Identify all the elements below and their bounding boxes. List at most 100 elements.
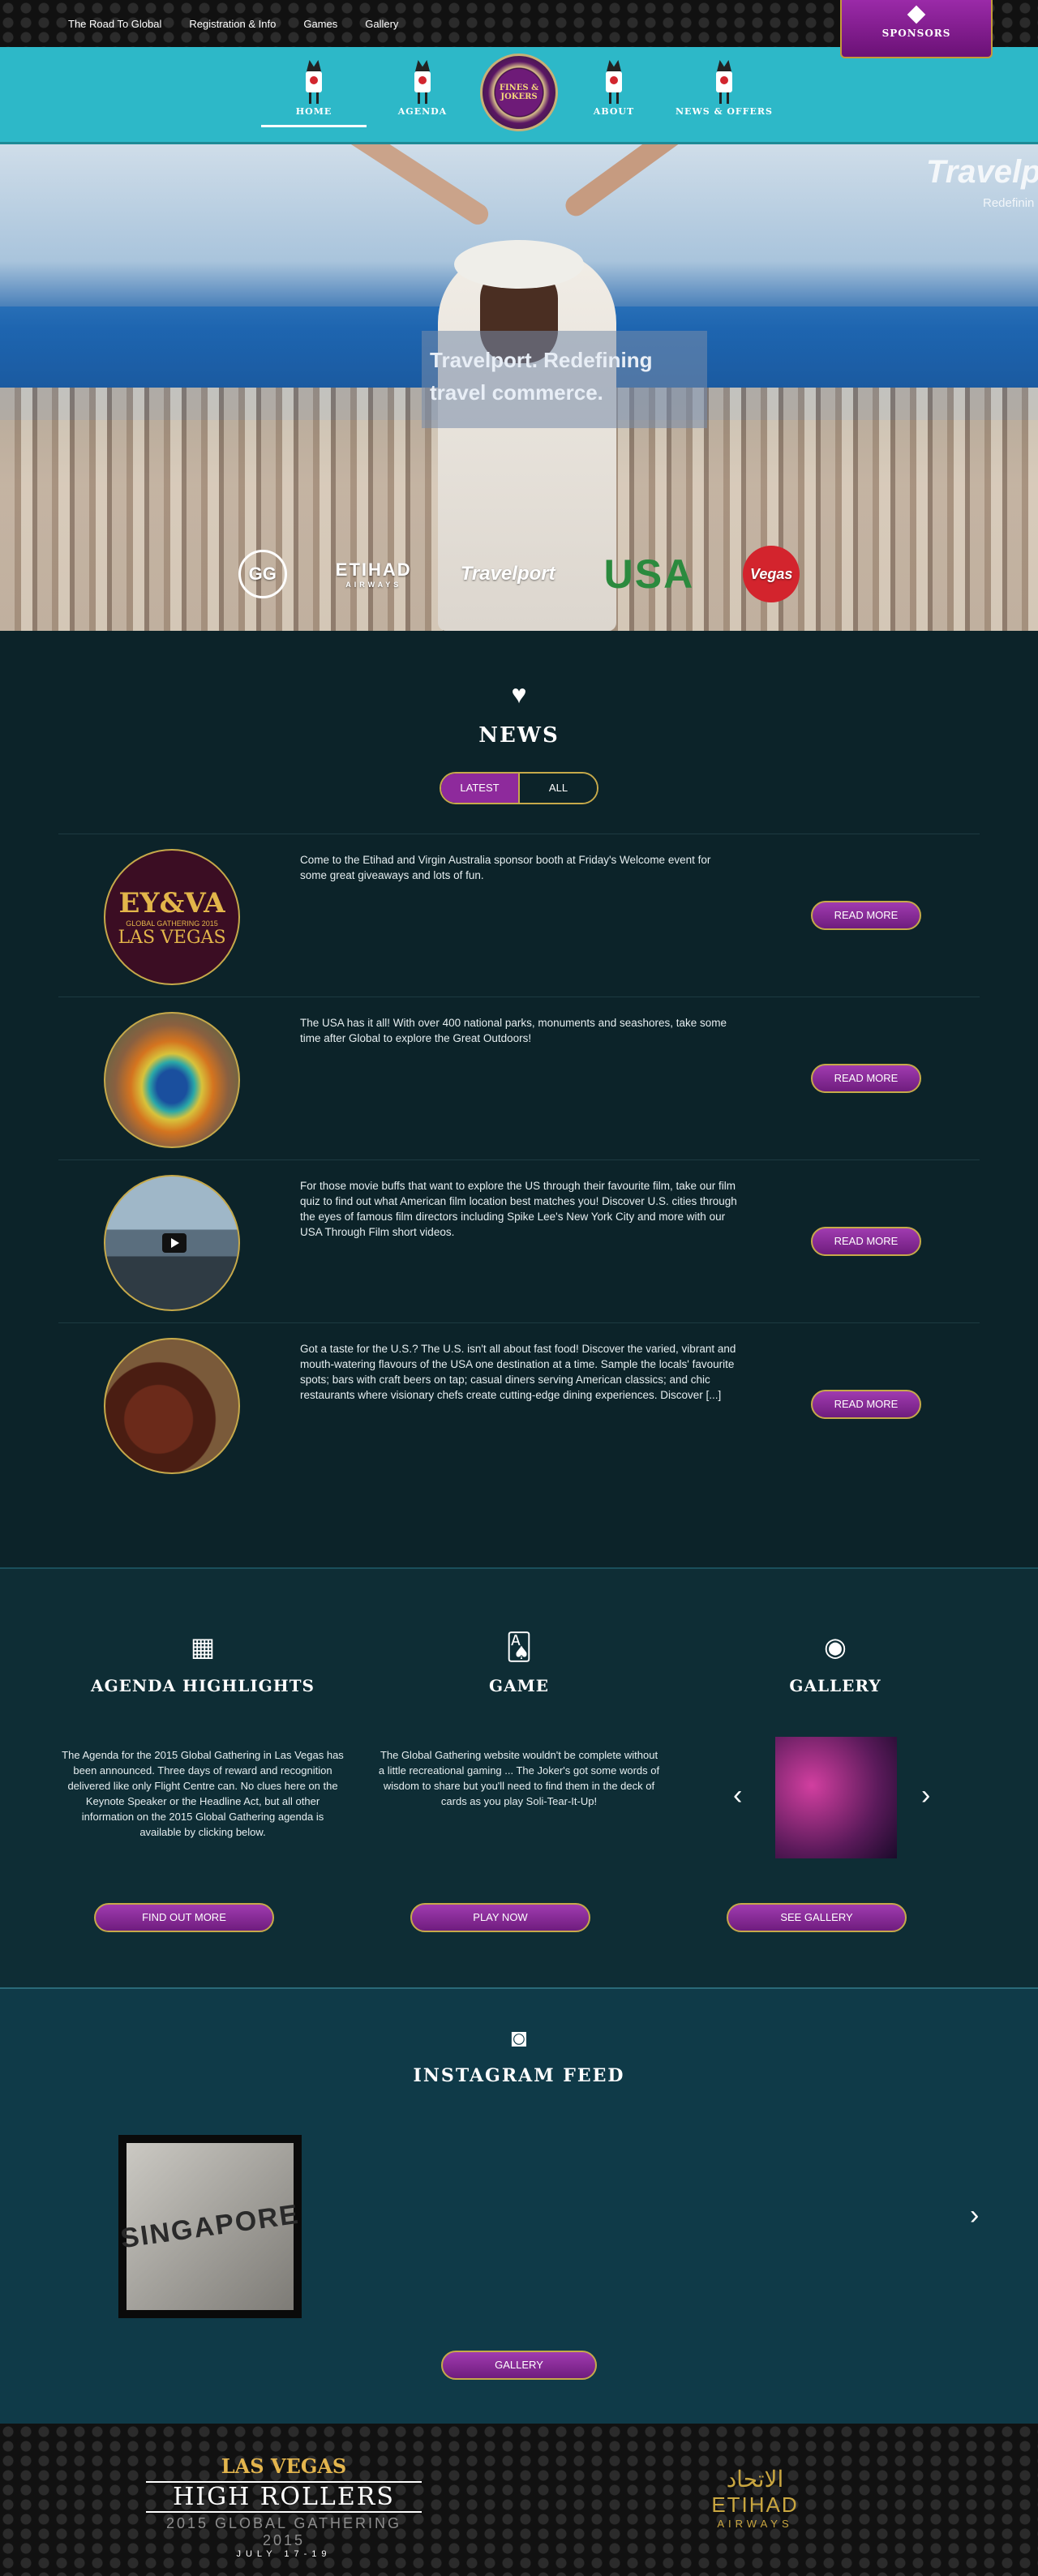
calendar-icon: ▦	[190, 1632, 216, 1661]
hero-arm-right	[561, 144, 824, 221]
agenda-highlights-text: The Agenda for the 2015 Global Gathering…	[62, 1749, 344, 1838]
news-text: For those movie buffs that want to explo…	[300, 1180, 737, 1238]
instagram-next-arrow[interactable]: ›	[970, 2200, 979, 2231]
game-title: GAME	[489, 1676, 549, 1695]
hero-hat	[454, 240, 584, 289]
etihad-airways: AIRWAYS	[717, 2518, 793, 2530]
instagram-section: ◙ INSTAGRAM FEED SINGAPORE › GALLERY	[0, 1987, 1038, 2424]
partner-vegas-logo[interactable]: Vegas	[743, 546, 800, 602]
news-item: For those movie buffs that want to explo…	[58, 1159, 980, 1322]
footer-global-gathering: 2015 GLOBAL GATHERING 2015	[165, 2515, 402, 2548]
read-more-button[interactable]: READ MORE	[811, 901, 921, 930]
news-item: The USA has it all! With over 400 nation…	[58, 997, 980, 1159]
news-title: NEWS	[478, 723, 560, 748]
high-rollers-logo[interactable]: LAS VEGAS HIGH ROLLERS 2015 GLOBAL GATHE…	[146, 2454, 422, 2559]
heart-icon: ♥	[511, 679, 527, 709]
news-filter-toggle: LATEST ALL	[440, 772, 598, 804]
hero-banner: Travelp Redefinin Travelport. Redefining…	[0, 144, 1038, 631]
nav-agenda[interactable]: AGENDA	[370, 60, 475, 116]
instagram-gallery-button[interactable]: GALLERY	[441, 2351, 597, 2380]
nav-home-label: HOME	[295, 106, 332, 117]
tab-latest[interactable]: LATEST	[441, 774, 518, 803]
news-text: Got a taste for the U.S.? The U.S. isn't…	[300, 1343, 736, 1401]
hero-tagline: Travelport. Redefining travel commerce.	[422, 331, 707, 428]
news-thumbnail[interactable]	[104, 1175, 240, 1311]
nav-agenda-label: AGENDA	[397, 106, 448, 117]
play-now-button[interactable]: PLAY NOW	[410, 1903, 590, 1932]
news-item: EY&VA GLOBAL GATHERING 2015 LAS VEGAS Co…	[58, 834, 980, 997]
topnav-registration-info[interactable]: Registration & Info	[189, 18, 276, 30]
partner-usa-logo[interactable]: USA	[604, 551, 695, 598]
thumb-las-vegas: LAS VEGAS	[118, 927, 226, 948]
see-gallery-button[interactable]: SEE GALLERY	[727, 1903, 907, 1932]
footer: LAS VEGAS HIGH ROLLERS 2015 GLOBAL GATHE…	[0, 2424, 1038, 2576]
read-more-button[interactable]: READ MORE	[811, 1227, 921, 1256]
news-section: ♥ NEWS LATEST ALL EY&VA GLOBAL GATHERING…	[0, 631, 1038, 1567]
nav-about[interactable]: ABOUT	[561, 60, 667, 116]
gallery-column: ◉ GALLERY ‹ › SEE GALLERY	[689, 1569, 981, 1989]
nav-home[interactable]: HOME	[261, 60, 367, 127]
nav-news-offers-label: NEWS & OFFERS	[676, 106, 773, 117]
eye-icon: ◉	[824, 1632, 847, 1661]
read-more-button[interactable]: READ MORE	[811, 1390, 921, 1419]
etihad-footer-logo[interactable]: الاتحاد ETIHAD AIRWAYS	[694, 2466, 816, 2530]
news-item: Got a taste for the U.S.? The U.S. isn't…	[58, 1322, 980, 1485]
read-more-button[interactable]: READ MORE	[811, 1064, 921, 1093]
footer-las-vegas: LAS VEGAS	[221, 2454, 347, 2478]
joker-card-icon	[300, 60, 328, 105]
topnav-games[interactable]: Games	[303, 18, 337, 30]
logo-text: FINES & JOKERS	[499, 84, 539, 101]
topnav-gallery[interactable]: Gallery	[365, 18, 398, 30]
tagline-line-2: travel commerce.	[430, 380, 603, 405]
instagram-icon: ◙	[511, 2023, 527, 2052]
instagram-photo[interactable]: SINGAPORE	[118, 2135, 302, 2318]
nav-news-offers[interactable]: NEWS & OFFERS	[671, 60, 777, 116]
topnav-road-to-global[interactable]: The Road To Global	[68, 18, 161, 30]
tagline-line-1: Travelport. Redefining	[430, 348, 653, 372]
thumb-eyva: EY&VA	[118, 886, 225, 919]
etihad-label: ETIHAD	[335, 559, 412, 580]
gallery-next-arrow[interactable]: ›	[921, 1780, 930, 1811]
gallery-photo[interactable]	[775, 1737, 897, 1858]
news-text: Come to the Etihad and Virgin Australia …	[300, 854, 711, 881]
sponsors-label: SPONSORS	[881, 28, 951, 39]
joker-card-icon	[600, 60, 628, 105]
news-list: EY&VA GLOBAL GATHERING 2015 LAS VEGAS Co…	[58, 834, 980, 1485]
game-text: The Global Gathering website wouldn't be…	[378, 1749, 660, 1807]
diamond-icon	[907, 5, 926, 24]
find-out-more-button[interactable]: FIND OUT MORE	[94, 1903, 274, 1932]
footer-high-rollers: HIGH ROLLERS	[146, 2481, 422, 2513]
partner-etihad-logo[interactable]: ETIHAD AIRWAYS	[336, 559, 412, 589]
partner-gg-logo[interactable]: GG	[238, 550, 287, 598]
news-thumbnail[interactable]	[104, 1012, 240, 1148]
gallery-title: GALLERY	[789, 1676, 881, 1695]
joker-card-icon	[409, 60, 436, 105]
agenda-highlights-column: ▦ AGENDA HIGHLIGHTS The Agenda for the 2…	[57, 1569, 349, 1989]
gallery-prev-arrow[interactable]: ‹	[733, 1780, 742, 1811]
partner-travelport-logo[interactable]: Travelport	[461, 563, 555, 585]
joker-card-icon	[710, 60, 738, 105]
etihad-arabic: الاتحاد	[726, 2467, 784, 2492]
hero-arm-left	[249, 144, 493, 229]
etihad-english: ETIHAD	[711, 2492, 799, 2517]
travelport-corner-brand: Travelp	[926, 154, 1038, 190]
game-column: 🂡 GAME The Global Gathering website woul…	[373, 1569, 665, 1989]
agenda-highlights-title: AGENDA HIGHLIGHTS	[91, 1676, 315, 1695]
sponsors-button[interactable]: SPONSORS	[840, 0, 993, 58]
footer-dates: JULY 17-19	[236, 2549, 332, 2559]
news-thumbnail[interactable]: EY&VA GLOBAL GATHERING 2015 LAS VEGAS	[104, 849, 240, 985]
news-thumbnail[interactable]	[104, 1338, 240, 1474]
instagram-photo-text: SINGAPORE	[118, 2198, 302, 2254]
instagram-title: INSTAGRAM FEED	[413, 2065, 625, 2086]
tab-all[interactable]: ALL	[518, 774, 597, 803]
travelport-corner-sub: Redefinin	[983, 196, 1035, 210]
highlights-section: ▦ AGENDA HIGHLIGHTS The Agenda for the 2…	[0, 1567, 1038, 1987]
playing-cards-icon: 🂡	[505, 1632, 533, 1661]
partner-logos: GG ETIHAD AIRWAYS Travelport USA Vegas	[0, 517, 1038, 631]
nav-about-label: ABOUT	[593, 106, 635, 117]
etihad-sub-label: AIRWAYS	[345, 581, 402, 589]
play-icon[interactable]	[162, 1233, 187, 1253]
top-nav: The Road To Global Registration & Info G…	[68, 18, 398, 30]
site-logo[interactable]: FINES & JOKERS	[480, 54, 558, 131]
news-text: The USA has it all! With over 400 nation…	[300, 1017, 727, 1044]
